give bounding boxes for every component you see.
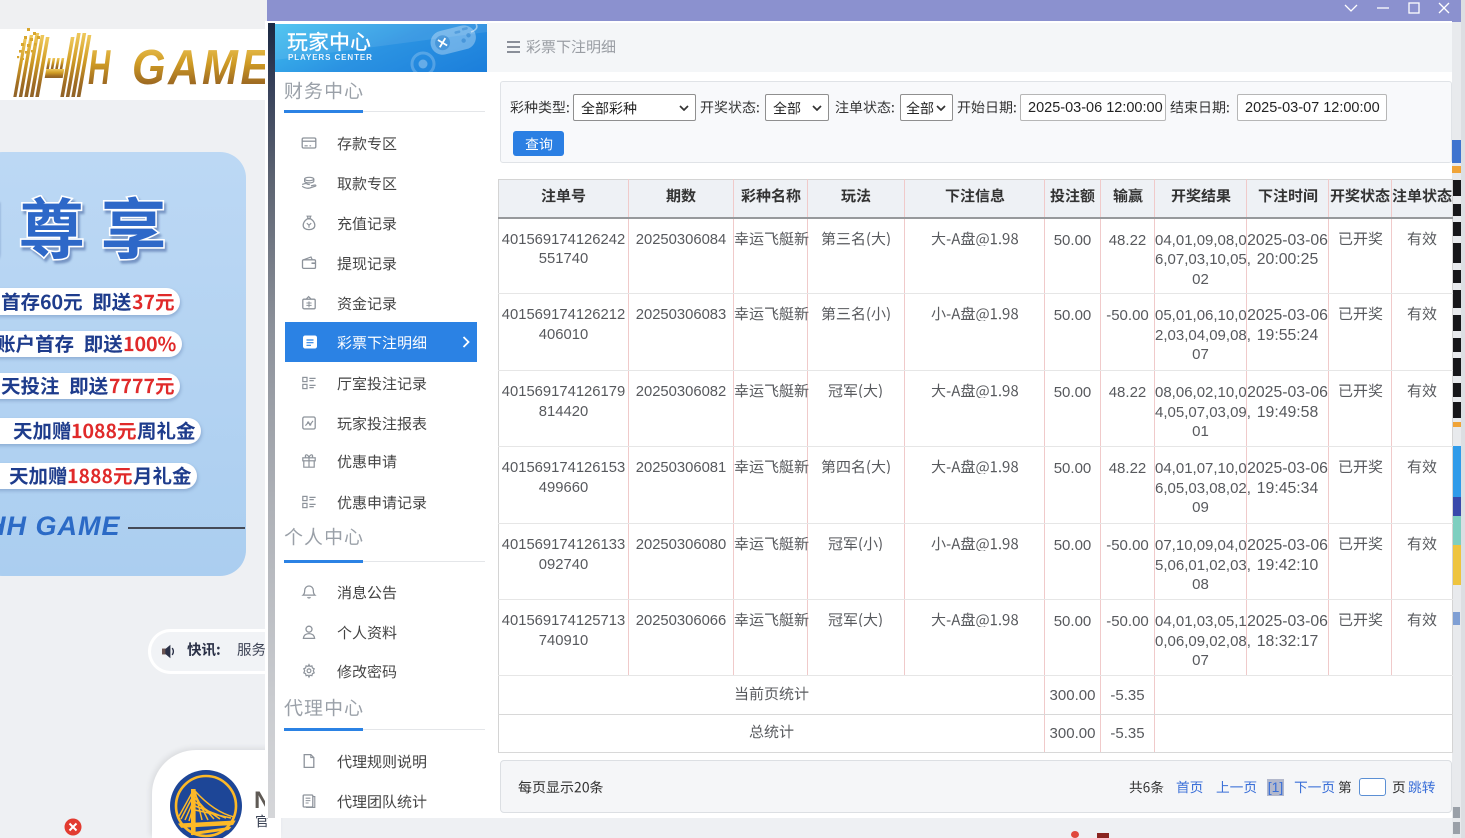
svg-text:GAME: GAME [132, 39, 265, 94]
svg-text:H: H [88, 40, 111, 95]
